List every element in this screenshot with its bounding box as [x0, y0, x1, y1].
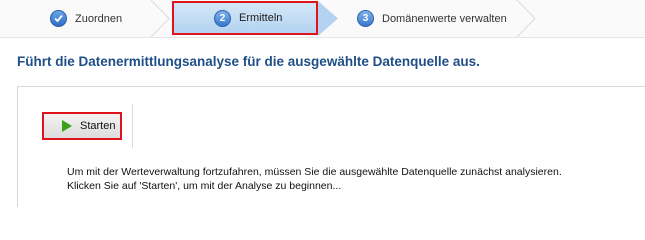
step-separator-chevron: [516, 0, 536, 37]
step-number-badge: 3: [357, 10, 374, 27]
step-domaenenwerte-verwalten[interactable]: 3 Domänenwerte verwalten: [357, 0, 507, 37]
wizard-step-bar: Zuordnen 2 Ermitteln 3 Domänenwerte verw…: [0, 0, 645, 38]
step-label: Domänenwerte verwalten: [382, 12, 507, 25]
checkmark-icon: [50, 10, 67, 27]
active-step-arrow: [318, 1, 338, 36]
step-label: Zuordnen: [75, 12, 123, 25]
step-ermitteln[interactable]: 2 Ermitteln: [172, 1, 318, 35]
info-text: Um mit der Werteverwaltung fortzufahren,…: [67, 165, 562, 193]
start-button-label: Starten: [80, 120, 116, 132]
play-icon: [62, 120, 72, 132]
step-separator-chevron: [150, 0, 170, 37]
step-label: Ermitteln: [239, 12, 283, 24]
start-button[interactable]: Starten: [42, 112, 122, 140]
step-number-badge: 2: [214, 9, 231, 27]
info-line: Klicken Sie auf 'Starten', um mit der An…: [67, 180, 342, 192]
info-line: Um mit der Werteverwaltung fortzufahren,…: [67, 166, 562, 178]
toolbar-divider: [132, 104, 133, 148]
page-title: Führt die Datenermittlungsanalyse für di…: [17, 54, 480, 69]
step-zuordnen[interactable]: Zuordnen: [50, 0, 122, 37]
